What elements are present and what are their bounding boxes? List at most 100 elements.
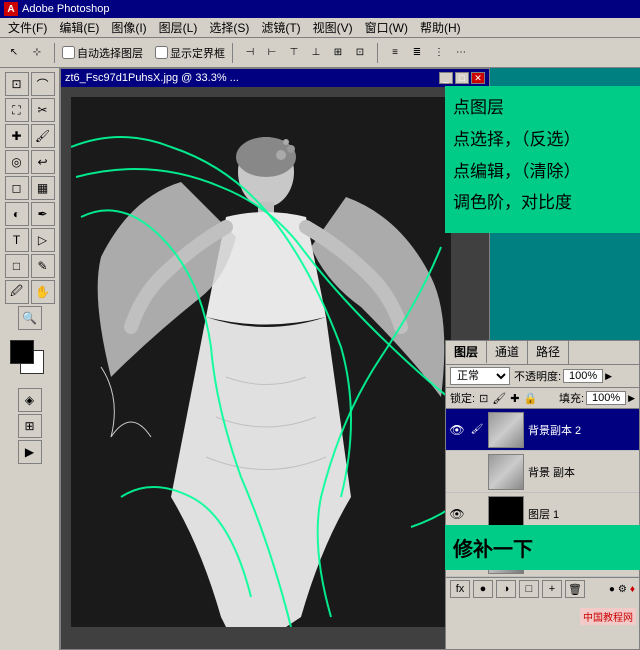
dodge-tool[interactable]: ◐ xyxy=(5,202,29,226)
pen-tool[interactable]: ✒ xyxy=(31,202,55,226)
lock-transparent-icon[interactable]: ⊡ xyxy=(479,392,488,405)
tool-row-8: □ ✎ xyxy=(5,254,55,278)
eyedrop-tool[interactable]: 🖉 xyxy=(5,280,29,304)
menu-file[interactable]: 文件(F) xyxy=(2,17,53,38)
annot-line-2: 点选择，（反选） xyxy=(453,128,632,152)
align-left-icon[interactable]: ⊣ xyxy=(240,43,260,63)
align-right-icon[interactable]: ⊤ xyxy=(284,43,304,63)
gradient-tool[interactable]: ▦ xyxy=(31,176,55,200)
maximize-button[interactable]: □ xyxy=(455,72,469,84)
toolbar: ↖ ⊹ 自动选择图层 显示定界框 ⊣ ⊢ ⊤ ⊥ ⊞ ⊡ ≡ ≣ ⋮ ⋯ xyxy=(0,38,640,68)
layer-adj-button[interactable]: ◑ xyxy=(496,580,516,598)
align-center-icon[interactable]: ⊢ xyxy=(262,43,282,63)
crop-tool[interactable]: ⛶ xyxy=(5,98,29,122)
dist-4-icon[interactable]: ⋯ xyxy=(451,43,471,63)
layer-eye-1[interactable]: · xyxy=(448,463,466,481)
fg-color-box[interactable] xyxy=(10,340,34,364)
marquee-tool[interactable]: ⊡ xyxy=(5,72,29,96)
lock-move-icon[interactable]: ✚ xyxy=(510,392,519,405)
layer-thumb-1 xyxy=(488,454,524,490)
eraser-tool[interactable]: ◻ xyxy=(5,176,29,200)
doc-window: zt6_Fsc97d1PuhsX.jpg @ 33.3% ... _ □ ✕ xyxy=(60,68,490,650)
layer-paint-0: 🖌 xyxy=(468,421,486,439)
annot-line-3: 点编辑，（清除） xyxy=(453,160,632,184)
status-icon-3: ♦ xyxy=(630,584,635,595)
select-tool-icon[interactable]: ⊹ xyxy=(27,43,47,63)
layer-item-0[interactable]: 👁 🖌 背景副本 2 xyxy=(446,409,639,451)
align-bottom-icon[interactable]: ⊡ xyxy=(350,43,370,63)
lasso-tool[interactable]: ⌒ xyxy=(31,72,55,96)
menu-filter[interactable]: 滤镜(T) xyxy=(255,17,306,38)
opacity-control: 不透明度: ▶ xyxy=(514,368,635,384)
tool-row-10: 🔍 xyxy=(18,306,42,330)
layer-name-2: 图层 1 xyxy=(526,506,637,522)
photo-canvas[interactable] xyxy=(71,97,451,627)
lock-label: 锁定: xyxy=(450,390,475,406)
layer-eye-0[interactable]: 👁 xyxy=(448,421,466,439)
align-middle-icon[interactable]: ⊞ xyxy=(328,43,348,63)
shape-tool[interactable]: □ xyxy=(5,254,29,278)
slice-tool[interactable]: ✂ xyxy=(31,98,55,122)
fill-input[interactable] xyxy=(586,391,626,405)
layer-eye-2[interactable]: 👁 xyxy=(448,505,466,523)
lock-paint-icon[interactable]: 🖌 xyxy=(492,392,506,405)
layers-bottom: fx ● ◑ □ + 🗑 ● ⚙ ♦ xyxy=(446,577,639,600)
layer-group-button[interactable]: □ xyxy=(519,580,539,598)
layer-name-1: 背景 副本 xyxy=(526,464,637,480)
layer-item-1[interactable]: · 背景 副本 xyxy=(446,451,639,493)
status-icon-1: ● xyxy=(609,584,615,595)
dist-3-icon[interactable]: ⋮ xyxy=(429,43,449,63)
doc-title: zt6_Fsc97d1PuhsX.jpg @ 33.3% ... xyxy=(65,72,239,84)
align-top-icon[interactable]: ⊥ xyxy=(306,43,326,63)
menu-image[interactable]: 图像(I) xyxy=(105,17,152,38)
close-button[interactable]: ✕ xyxy=(471,72,485,84)
menu-help[interactable]: 帮助(H) xyxy=(414,17,467,38)
brush-tool[interactable]: 🖌 xyxy=(31,124,55,148)
tab-channels[interactable]: 通道 xyxy=(487,341,528,364)
show-bounds-input[interactable] xyxy=(155,46,168,59)
auto-select-checkbox[interactable]: 自动选择图层 xyxy=(62,45,143,61)
tab-paths[interactable]: 路径 xyxy=(528,341,569,364)
screen-mode-tool[interactable]: ⊞ xyxy=(18,414,42,438)
menu-layer[interactable]: 图层(L) xyxy=(153,17,204,38)
lock-all-icon[interactable]: 🔒 xyxy=(523,392,537,405)
zoom-tool[interactable]: 🔍 xyxy=(18,306,42,330)
doc-title-bar: zt6_Fsc97d1PuhsX.jpg @ 33.3% ... _ □ ✕ xyxy=(61,69,489,87)
show-bounds-checkbox[interactable]: 显示定界框 xyxy=(155,45,225,61)
menu-edit[interactable]: 编辑(E) xyxy=(53,17,105,38)
layer-style-button[interactable]: fx xyxy=(450,580,470,598)
tool-row-3: ✚ 🖌 xyxy=(5,124,55,148)
auto-select-label: 自动选择图层 xyxy=(77,45,143,61)
tab-layers[interactable]: 图层 xyxy=(446,341,487,364)
annot-line-5: 修补一下 xyxy=(445,525,640,570)
hand-tool[interactable]: ✋ xyxy=(31,280,55,304)
dist-2-icon[interactable]: ≣ xyxy=(407,43,427,63)
menu-select[interactable]: 选择(S) xyxy=(203,17,255,38)
opacity-input[interactable] xyxy=(563,369,603,383)
menu-view[interactable]: 视图(V) xyxy=(307,17,359,38)
tool-row-7: T ▷ xyxy=(5,228,55,252)
minimize-button[interactable]: _ xyxy=(439,72,453,84)
layer-new-button[interactable]: + xyxy=(542,580,562,598)
fill-label: 填充: xyxy=(559,390,584,406)
app-title: Adobe Photoshop xyxy=(22,3,109,15)
menu-window[interactable]: 窗口(W) xyxy=(359,17,414,38)
path-tool[interactable]: ▷ xyxy=(31,228,55,252)
blend-mode-select[interactable]: 正常 xyxy=(450,367,510,385)
type-tool[interactable]: T xyxy=(5,228,29,252)
fill-arrow[interactable]: ▶ xyxy=(628,393,635,404)
heal-tool[interactable]: ✚ xyxy=(5,124,29,148)
layer-mask-button[interactable]: ● xyxy=(473,580,493,598)
layer-delete-button[interactable]: 🗑 xyxy=(565,580,585,598)
jump-tool[interactable]: ▶ xyxy=(18,440,42,464)
move-tool-icon[interactable]: ↖ xyxy=(4,43,24,63)
history-tool[interactable]: ↩ xyxy=(31,150,55,174)
clone-tool[interactable]: ◎ xyxy=(5,150,29,174)
layer-name-0: 背景副本 2 xyxy=(526,422,637,438)
dist-1-icon[interactable]: ≡ xyxy=(385,43,405,63)
quick-mask-tool[interactable]: ◈ xyxy=(18,388,42,412)
opacity-label: 不透明度: xyxy=(514,368,561,384)
auto-select-input[interactable] xyxy=(62,46,75,59)
opacity-arrow[interactable]: ▶ xyxy=(605,371,612,382)
notes-tool[interactable]: ✎ xyxy=(31,254,55,278)
